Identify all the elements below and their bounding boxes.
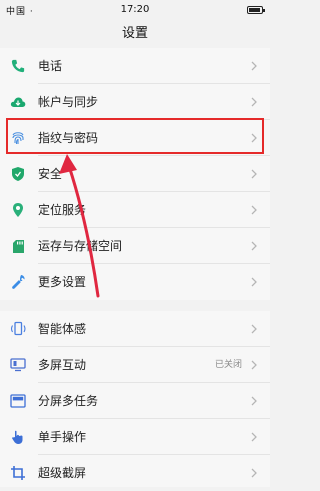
status-bar: 中国 · 17:20: [0, 0, 270, 20]
settings-item-label: 多屏互动: [38, 358, 87, 372]
settings-item-one-hand[interactable]: 单手操作: [0, 419, 270, 455]
chevron-right-icon: [251, 169, 257, 179]
screenshot-icon: [10, 465, 26, 481]
chevron-right-icon: [251, 277, 257, 287]
chevron-right-icon: [251, 241, 257, 251]
motion-phone-icon: [10, 321, 26, 337]
settings-section-primary: 电话 帐户与同步 指纹与密码 安全 定位服务 运存与存储空间 更多设置: [0, 48, 270, 300]
chevron-right-icon: [251, 432, 257, 442]
settings-item-label: 定位服务: [38, 203, 87, 217]
shield-icon: [10, 166, 26, 182]
page-title: 设置: [121, 26, 148, 41]
status-value: 已关闭: [214, 360, 242, 370]
settings-item-accounts-sync[interactable]: 帐户与同步: [0, 84, 270, 120]
location-pin-icon: [10, 202, 26, 218]
settings-item-label: 分屏多任务: [38, 394, 99, 408]
settings-item-split-screen[interactable]: 分屏多任务: [0, 383, 270, 419]
settings-item-label: 单手操作: [38, 430, 87, 444]
settings-item-label: 更多设置: [38, 275, 87, 289]
status-time: 17:20: [120, 4, 150, 15]
chevron-right-icon: [251, 324, 257, 334]
settings-item-label: 智能体感: [38, 322, 87, 336]
chevron-right-icon: [251, 468, 257, 478]
hand-icon: [10, 429, 26, 445]
settings-item-label: 电话: [38, 59, 63, 73]
phone-icon: [10, 58, 26, 74]
chevron-right-icon: [251, 360, 257, 370]
chevron-right-icon: [251, 205, 257, 215]
settings-item-security[interactable]: 安全: [0, 156, 270, 192]
multi-screen-icon: [10, 357, 26, 373]
settings-item-location[interactable]: 定位服务: [0, 192, 270, 228]
chevron-right-icon: [251, 396, 257, 406]
settings-item-label: 安全: [38, 167, 63, 181]
settings-item-smart-motion[interactable]: 智能体感: [0, 311, 270, 347]
settings-section-secondary: 智能体感 多屏互动 已关闭 分屏多任务 单手操作 超级截屏: [0, 311, 270, 487]
highlight-box: [6, 118, 264, 154]
settings-item-super-screenshot[interactable]: 超级截屏: [0, 455, 270, 491]
settings-item-storage[interactable]: 运存与存储空间: [0, 228, 270, 264]
split-screen-icon: [10, 393, 26, 409]
chevron-right-icon: [251, 61, 257, 71]
cloud-sync-icon: [10, 94, 26, 110]
settings-item-label: 运存与存储空间: [38, 239, 123, 253]
sd-card-icon: [10, 238, 26, 254]
battery-icon: [247, 6, 265, 14]
settings-item-label: 帐户与同步: [38, 95, 99, 109]
settings-item-multi-screen[interactable]: 多屏互动 已关闭: [0, 347, 270, 383]
settings-item-label: 超级截屏: [38, 466, 87, 480]
chevron-right-icon: [251, 97, 257, 107]
settings-item-more-settings[interactable]: 更多设置: [0, 264, 270, 300]
wrench-icon: [10, 274, 26, 290]
settings-item-phone[interactable]: 电话: [0, 48, 270, 84]
